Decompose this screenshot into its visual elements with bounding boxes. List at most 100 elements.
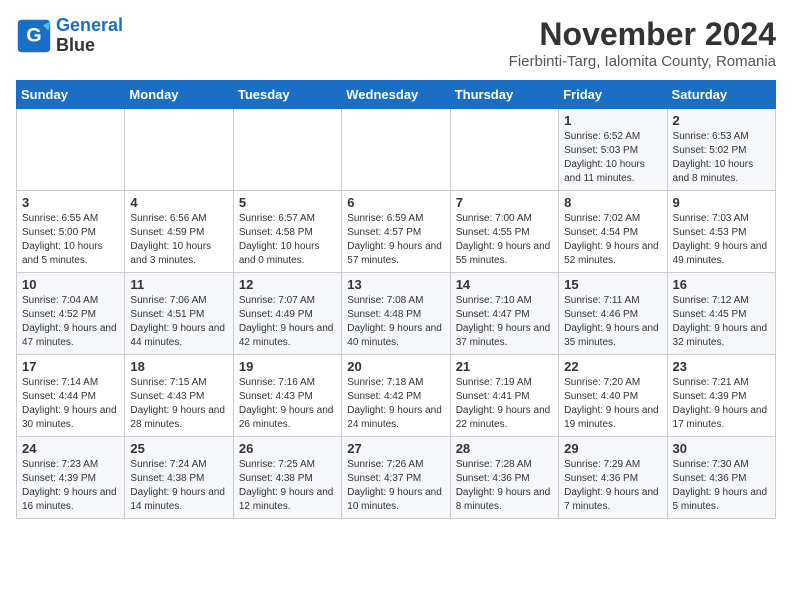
day-number: 6 bbox=[347, 195, 444, 210]
calendar-cell: 14Sunrise: 7:10 AM Sunset: 4:47 PM Dayli… bbox=[450, 273, 558, 355]
day-number: 5 bbox=[239, 195, 336, 210]
calendar-cell: 2 Sunrise: 6:53 AM Sunset: 5:02 PM Daylig… bbox=[667, 109, 775, 191]
day-number: 24 bbox=[22, 441, 119, 456]
day-info: Sunrise: 6:57 AM Sunset: 4:58 PM Dayligh… bbox=[239, 212, 336, 268]
week-row-3: 10Sunrise: 7:04 AM Sunset: 4:52 PM Dayli… bbox=[17, 273, 776, 355]
day-info: Sunrise: 7:00 AM Sunset: 4:55 PM Dayligh… bbox=[456, 212, 553, 268]
calendar-cell bbox=[450, 109, 558, 191]
calendar-cell: 24 Sunrise: 7:23 AM Sunset: 4:39 PM Dayli… bbox=[17, 437, 125, 519]
page-header: G General Blue November 2024 Fierbinti-T… bbox=[16, 16, 776, 70]
day-number: 22 bbox=[564, 359, 661, 374]
day-header-friday: Friday bbox=[559, 81, 667, 109]
calendar-cell: 28 Sunrise: 7:28 AM Sunset: 4:36 PM Dayli… bbox=[450, 437, 558, 519]
calendar-cell: 10Sunrise: 7:04 AM Sunset: 4:52 PM Dayli… bbox=[17, 273, 125, 355]
calendar-cell: 25Sunrise: 7:24 AM Sunset: 4:38 PM Dayli… bbox=[125, 437, 233, 519]
day-info: Sunrise: 6:53 AM Sunset: 5:02 PM Dayligh… bbox=[673, 130, 770, 186]
day-info: Sunrise: 6:55 AM Sunset: 5:00 PM Dayligh… bbox=[22, 212, 119, 268]
day-number: 12 bbox=[239, 277, 336, 292]
week-row-1: 1Sunrise: 6:52 AM Sunset: 5:03 PM Daylig… bbox=[17, 109, 776, 191]
day-header-wednesday: Wednesday bbox=[342, 81, 450, 109]
day-number: 1 bbox=[564, 113, 661, 128]
calendar-title: November 2024 bbox=[509, 16, 776, 53]
day-info: Sunrise: 7:24 AM Sunset: 4:38 PM Dayligh… bbox=[130, 458, 227, 514]
day-info: Sunrise: 6:59 AM Sunset: 4:57 PM Dayligh… bbox=[347, 212, 444, 268]
day-number: 11 bbox=[130, 277, 227, 292]
svg-text:G: G bbox=[26, 24, 41, 46]
calendar-cell: 9Sunrise: 7:03 AM Sunset: 4:53 PM Daylig… bbox=[667, 191, 775, 273]
day-info: Sunrise: 7:21 AM Sunset: 4:39 PM Dayligh… bbox=[673, 376, 770, 432]
calendar-table: SundayMondayTuesdayWednesdayThursdayFrid… bbox=[16, 80, 776, 519]
day-info: Sunrise: 7:26 AM Sunset: 4:37 PM Dayligh… bbox=[347, 458, 444, 514]
day-number: 18 bbox=[130, 359, 227, 374]
day-number: 4 bbox=[130, 195, 227, 210]
calendar-cell: 6 Sunrise: 6:59 AM Sunset: 4:57 PM Daylig… bbox=[342, 191, 450, 273]
day-info: Sunrise: 7:07 AM Sunset: 4:49 PM Dayligh… bbox=[239, 294, 336, 350]
calendar-cell: 13Sunrise: 7:08 AM Sunset: 4:48 PM Dayli… bbox=[342, 273, 450, 355]
calendar-cell: 3 Sunrise: 6:55 AM Sunset: 5:00 PM Daylig… bbox=[17, 191, 125, 273]
calendar-cell: 18Sunrise: 7:15 AM Sunset: 4:43 PM Dayli… bbox=[125, 355, 233, 437]
calendar-cell: 27 Sunrise: 7:26 AM Sunset: 4:37 PM Dayli… bbox=[342, 437, 450, 519]
calendar-cell: 29 Sunrise: 7:29 AM Sunset: 4:36 PM Dayli… bbox=[559, 437, 667, 519]
day-header-monday: Monday bbox=[125, 81, 233, 109]
day-number: 27 bbox=[347, 441, 444, 456]
logo-text: General Blue bbox=[56, 16, 123, 56]
calendar-cell bbox=[125, 109, 233, 191]
day-info: Sunrise: 7:12 AM Sunset: 4:45 PM Dayligh… bbox=[673, 294, 770, 350]
day-info: Sunrise: 7:14 AM Sunset: 4:44 PM Dayligh… bbox=[22, 376, 119, 432]
calendar-cell: 20Sunrise: 7:18 AM Sunset: 4:42 PM Dayli… bbox=[342, 355, 450, 437]
calendar-cell: 4 Sunrise: 6:56 AM Sunset: 4:59 PM Daylig… bbox=[125, 191, 233, 273]
day-number: 29 bbox=[564, 441, 661, 456]
day-number: 3 bbox=[22, 195, 119, 210]
calendar-cell: 5 Sunrise: 6:57 AM Sunset: 4:58 PM Daylig… bbox=[233, 191, 341, 273]
week-row-2: 3 Sunrise: 6:55 AM Sunset: 5:00 PM Daylig… bbox=[17, 191, 776, 273]
day-info: Sunrise: 6:56 AM Sunset: 4:59 PM Dayligh… bbox=[130, 212, 227, 268]
day-number: 30 bbox=[673, 441, 770, 456]
day-info: Sunrise: 7:16 AM Sunset: 4:43 PM Dayligh… bbox=[239, 376, 336, 432]
day-number: 21 bbox=[456, 359, 553, 374]
day-number: 23 bbox=[673, 359, 770, 374]
calendar-cell: 15Sunrise: 7:11 AM Sunset: 4:46 PM Dayli… bbox=[559, 273, 667, 355]
days-header-row: SundayMondayTuesdayWednesdayThursdayFrid… bbox=[17, 81, 776, 109]
day-number: 17 bbox=[22, 359, 119, 374]
day-number: 26 bbox=[239, 441, 336, 456]
title-block: November 2024 Fierbinti-Targ, Ialomita C… bbox=[509, 16, 776, 70]
day-info: Sunrise: 7:28 AM Sunset: 4:36 PM Dayligh… bbox=[456, 458, 553, 514]
calendar-cell: 30 Sunrise: 7:30 AM Sunset: 4:36 PM Dayli… bbox=[667, 437, 775, 519]
day-info: Sunrise: 7:23 AM Sunset: 4:39 PM Dayligh… bbox=[22, 458, 119, 514]
day-header-saturday: Saturday bbox=[667, 81, 775, 109]
calendar-cell bbox=[342, 109, 450, 191]
day-number: 28 bbox=[456, 441, 553, 456]
calendar-cell: 22 Sunrise: 7:20 AM Sunset: 4:40 PM Dayli… bbox=[559, 355, 667, 437]
day-info: Sunrise: 7:29 AM Sunset: 4:36 PM Dayligh… bbox=[564, 458, 661, 514]
calendar-cell: 23 Sunrise: 7:21 AM Sunset: 4:39 PM Dayli… bbox=[667, 355, 775, 437]
calendar-subtitle: Fierbinti-Targ, Ialomita County, Romania bbox=[509, 53, 776, 70]
day-info: Sunrise: 7:06 AM Sunset: 4:51 PM Dayligh… bbox=[130, 294, 227, 350]
calendar-cell: 21Sunrise: 7:19 AM Sunset: 4:41 PM Dayli… bbox=[450, 355, 558, 437]
day-number: 14 bbox=[456, 277, 553, 292]
week-row-5: 24 Sunrise: 7:23 AM Sunset: 4:39 PM Dayli… bbox=[17, 437, 776, 519]
day-header-tuesday: Tuesday bbox=[233, 81, 341, 109]
week-row-4: 17 Sunrise: 7:14 AM Sunset: 4:44 PM Dayli… bbox=[17, 355, 776, 437]
calendar-cell: 19 Sunrise: 7:16 AM Sunset: 4:43 PM Dayli… bbox=[233, 355, 341, 437]
day-info: Sunrise: 7:20 AM Sunset: 4:40 PM Dayligh… bbox=[564, 376, 661, 432]
logo-icon: G bbox=[16, 18, 52, 54]
calendar-cell: 12 Sunrise: 7:07 AM Sunset: 4:49 PM Dayli… bbox=[233, 273, 341, 355]
day-number: 7 bbox=[456, 195, 553, 210]
calendar-cell: 26 Sunrise: 7:25 AM Sunset: 4:38 PM Dayli… bbox=[233, 437, 341, 519]
day-number: 2 bbox=[673, 113, 770, 128]
day-info: Sunrise: 7:30 AM Sunset: 4:36 PM Dayligh… bbox=[673, 458, 770, 514]
day-number: 16 bbox=[673, 277, 770, 292]
day-number: 9 bbox=[673, 195, 770, 210]
calendar-cell: 1Sunrise: 6:52 AM Sunset: 5:03 PM Daylig… bbox=[559, 109, 667, 191]
day-info: Sunrise: 7:11 AM Sunset: 4:46 PM Dayligh… bbox=[564, 294, 661, 350]
day-number: 19 bbox=[239, 359, 336, 374]
day-number: 10 bbox=[22, 277, 119, 292]
day-info: Sunrise: 7:25 AM Sunset: 4:38 PM Dayligh… bbox=[239, 458, 336, 514]
logo: G General Blue bbox=[16, 16, 123, 56]
calendar-cell: 8Sunrise: 7:02 AM Sunset: 4:54 PM Daylig… bbox=[559, 191, 667, 273]
calendar-cell: 17 Sunrise: 7:14 AM Sunset: 4:44 PM Dayli… bbox=[17, 355, 125, 437]
calendar-cell bbox=[233, 109, 341, 191]
day-number: 8 bbox=[564, 195, 661, 210]
calendar-cell: 16 Sunrise: 7:12 AM Sunset: 4:45 PM Dayli… bbox=[667, 273, 775, 355]
day-header-sunday: Sunday bbox=[17, 81, 125, 109]
